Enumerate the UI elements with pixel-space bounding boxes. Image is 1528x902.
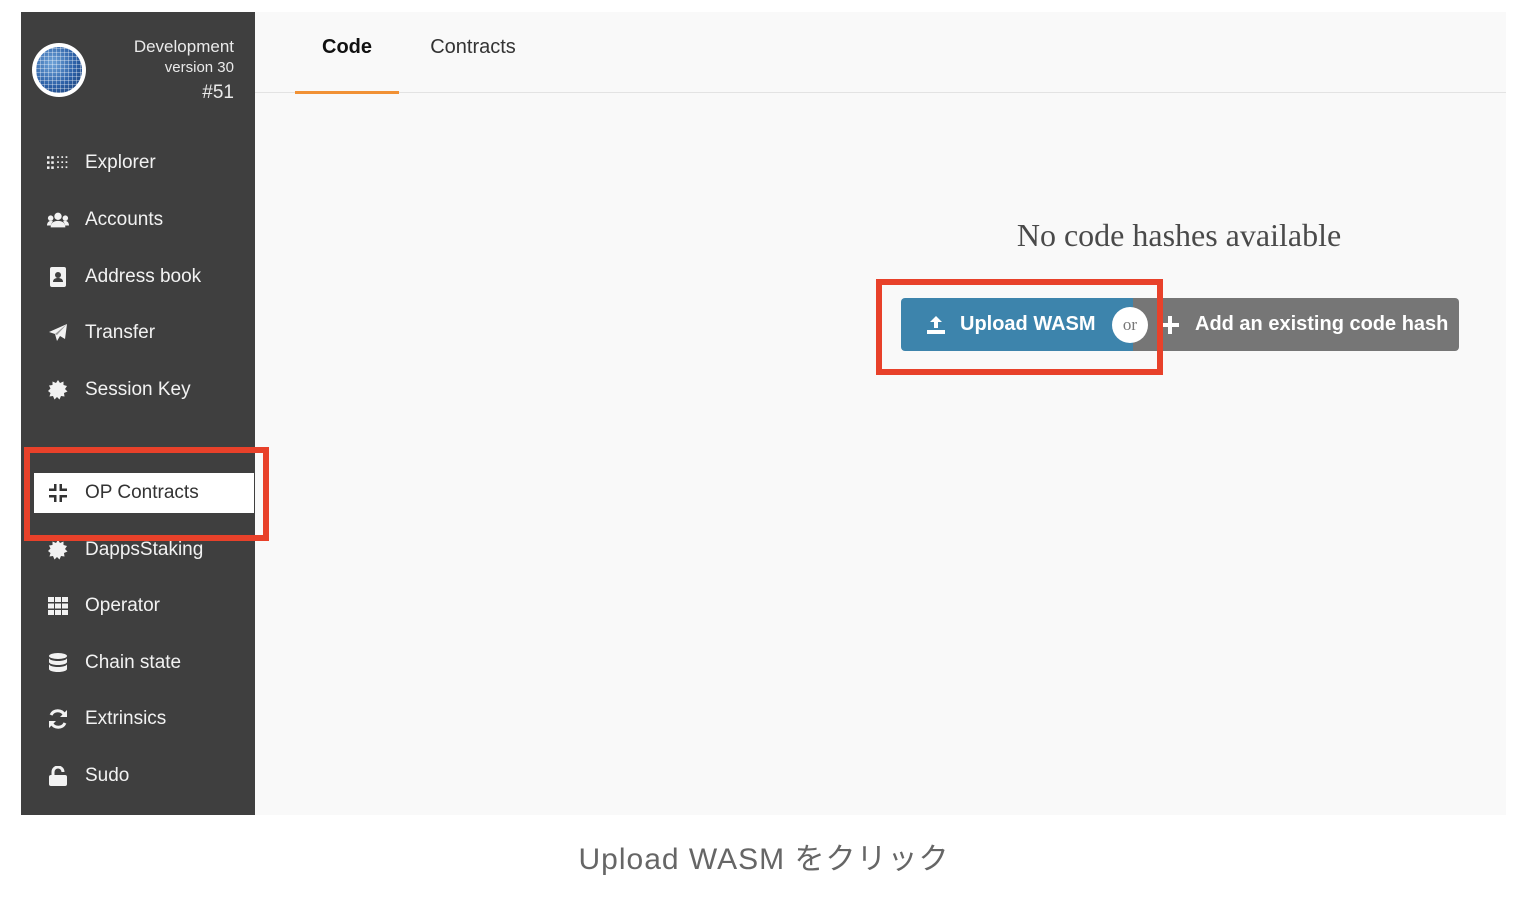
sidebar-item-sudo[interactable]: Sudo	[21, 756, 255, 796]
certificate-icon	[47, 539, 69, 561]
sidebar-item-label: DappsStaking	[85, 539, 204, 560]
sidebar-item-operator[interactable]: Operator	[21, 586, 255, 626]
address-book-icon	[47, 266, 69, 288]
sidebar-item-label: Transfer	[85, 322, 156, 343]
sidebar-item-address-book[interactable]: Address book	[21, 257, 255, 297]
or-divider: or	[1112, 307, 1148, 343]
users-icon	[47, 209, 69, 231]
sidebar-item-label: Extrinsics	[85, 708, 167, 729]
sidebar-item-transfer[interactable]: Transfer	[21, 313, 255, 353]
sidebar-item-op-contracts[interactable]: OP Contracts	[34, 473, 254, 513]
sidebar-item-label: Chain state	[85, 652, 182, 673]
sidebar-item-dappsstaking[interactable]: DappsStaking	[21, 530, 255, 570]
sidebar-item-label: Explorer	[85, 152, 156, 173]
upload-wasm-button[interactable]: Upload WASM	[901, 298, 1137, 351]
upload-wasm-label: Upload WASM	[960, 313, 1096, 335]
plus-icon	[1161, 315, 1179, 334]
grid-icon	[47, 595, 69, 617]
sync-icon	[47, 708, 69, 730]
sidebar-item-chain-state[interactable]: Chain state	[21, 643, 255, 683]
globe-icon	[36, 47, 82, 93]
certificate-icon	[47, 379, 69, 401]
compress-icon	[47, 482, 69, 504]
tab-label: Contracts	[430, 36, 516, 58]
sidebar-item-explorer[interactable]: Explorer	[21, 143, 255, 183]
sidebar-item-extrinsics[interactable]: Extrinsics	[21, 699, 255, 739]
caption: Upload WASM をクリック	[578, 843, 950, 876]
tab-code[interactable]: Code	[295, 36, 399, 94]
chain-name: Development	[133, 37, 234, 56]
add-existing-code-hash-button[interactable]: Add an existing code hash	[1133, 298, 1459, 351]
sidebar-item-label: Sudo	[85, 765, 130, 786]
app-window: Development version 30 #51 Explorer Acco…	[21, 12, 1506, 815]
chain-info: Development version 30 #51	[134, 36, 234, 106]
chain-block-number: #51	[202, 82, 234, 103]
add-existing-code-hash-label: Add an existing code hash	[1195, 313, 1449, 335]
tab-bar: Code Contracts	[255, 12, 1506, 94]
unlock-icon	[47, 765, 69, 787]
sidebar-item-label: Session Key	[85, 379, 191, 400]
sidebar-item-accounts[interactable]: Accounts	[21, 200, 255, 240]
sidebar-item-label: Accounts	[85, 209, 164, 230]
sidebar: Development version 30 #51 Explorer Acco…	[21, 12, 255, 815]
empty-state-message: No code hashes available	[1016, 217, 1342, 253]
tab-label: Code	[322, 36, 372, 58]
sidebar-item-label: Address book	[85, 266, 202, 287]
sidebar-item-session-key[interactable]: Session Key	[21, 370, 255, 410]
sidebar-item-label: Operator	[85, 595, 160, 616]
chain-logo[interactable]	[32, 43, 86, 97]
explorer-dots-icon	[47, 152, 69, 174]
chain-version: version 30	[164, 59, 234, 76]
upload-icon	[926, 315, 946, 335]
tab-contracts[interactable]: Contracts	[421, 36, 525, 92]
paper-plane-icon	[47, 322, 69, 344]
database-icon	[47, 652, 69, 674]
sidebar-item-label: OP Contracts	[85, 482, 199, 503]
